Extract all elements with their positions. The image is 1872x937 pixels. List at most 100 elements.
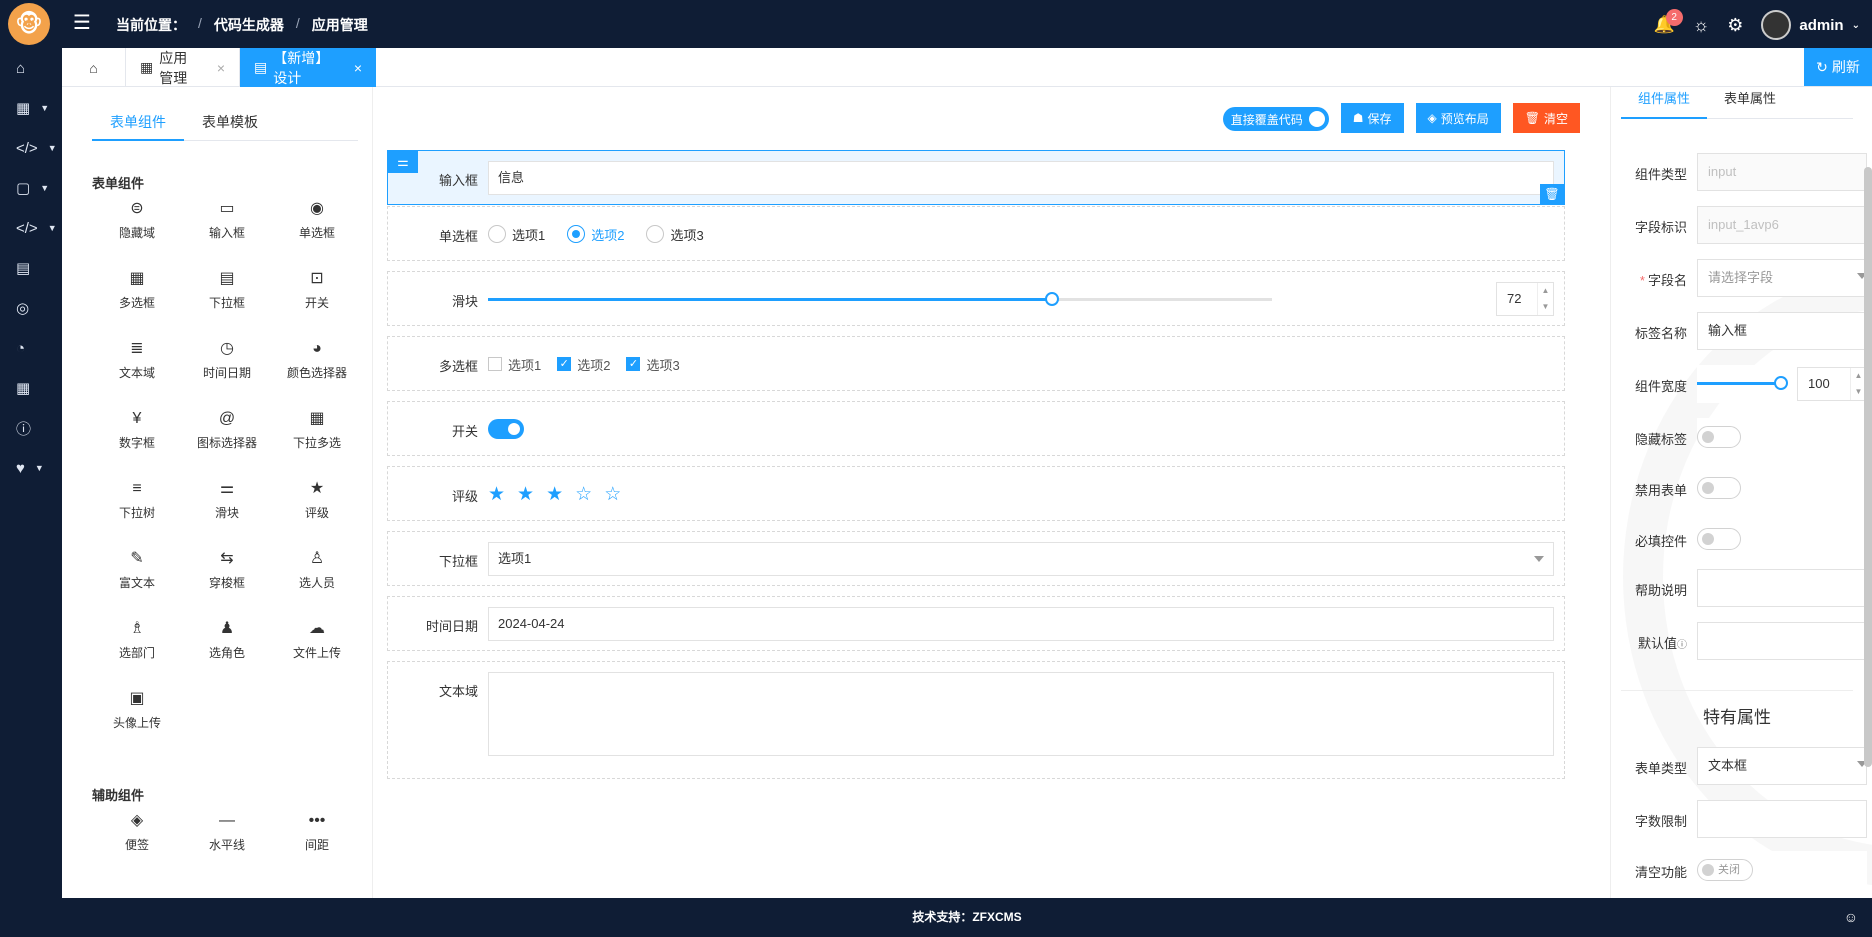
component-radio[interactable]: ◉ 单选框 [272,185,362,255]
tab-home[interactable]: ⌂ [62,48,126,87]
toggle-switch[interactable] [488,419,524,439]
tab-form-props[interactable]: 表单属性 [1707,87,1793,119]
select-dropdown[interactable]: 选项1 [488,542,1554,576]
gear-icon[interactable]: ⚙ [1727,15,1743,36]
component-brush[interactable]: ✎ 富文本 [92,535,182,605]
component-yen[interactable]: ¥ 数字框 [92,395,182,465]
breadcrumb-item-app[interactable]: 应用管理 [312,15,368,35]
component-users[interactable]: ♟ 选角色 [182,605,272,675]
component-multi-select[interactable]: ▦ 下拉多选 [272,395,362,465]
form-item-checkbox[interactable]: 多选框 选项1 ✓ 选项2 ✓ 选项3 [387,336,1565,391]
text-input[interactable]: 信息 [488,161,1554,195]
form-item-switch[interactable]: 开关 [387,401,1565,456]
overwrite-code-switch[interactable]: 直接覆盖代码 [1222,107,1329,131]
component-star[interactable]: ★ 评级 [272,465,362,535]
tab-form-components[interactable]: 表单组件 [92,109,184,141]
tab-new-design[interactable]: ▤ 【新增】设计 × [240,48,376,87]
component-hidden-field[interactable]: ⊜ 隐藏域 [92,185,182,255]
default-input[interactable] [1697,622,1867,660]
menu-toggle-icon[interactable]: ☰ [73,13,95,35]
sidebar-item-forms[interactable]: ▤ [0,248,62,288]
component-hr[interactable]: — 水平线 [182,797,272,867]
component-transfer[interactable]: ⇆ 穿梭框 [182,535,272,605]
tab-component-props[interactable]: 组件属性 [1621,87,1708,119]
radio-option[interactable]: 选项1 [488,225,545,244]
form-item-rate[interactable]: 评级 ★ ★ ★ ☆ ☆ [387,466,1565,521]
refresh-button[interactable]: ↻ 刷新 [1804,48,1872,86]
component-image[interactable]: ▣ 头像上传 [92,675,182,745]
component-tag[interactable]: ◈ 便签 [92,797,182,867]
star-filled-icon[interactable]: ★ [546,483,563,506]
component-dots[interactable]: ••• 间距 [272,797,362,867]
slider-handle[interactable] [1045,292,1060,306]
tab-form-templates[interactable]: 表单模板 [184,109,276,141]
clearable-switch[interactable]: 关闭 [1697,859,1753,881]
trash-icon[interactable]: 🗑 [1540,184,1564,204]
hide-label-switch[interactable] [1697,426,1741,448]
component-sliders[interactable]: ⚌ 滑块 [182,465,272,535]
save-button[interactable]: ☗ 保存 [1340,103,1404,133]
component-clock[interactable]: ◷ 时间日期 [182,325,272,395]
checkbox-option[interactable]: 选项1 [488,355,541,374]
sidebar-item-modules[interactable]: ▦ [0,368,62,408]
chat-icon[interactable]: ☺ [1844,898,1858,937]
star-empty-icon[interactable]: ☆ [575,483,592,506]
disabled-switch[interactable] [1697,477,1741,499]
help-input[interactable] [1697,569,1867,607]
radio-option[interactable]: 选项2 [567,225,624,244]
radio-option[interactable]: 选项3 [646,225,704,244]
theme-icon[interactable]: ☼ [1693,15,1710,36]
label-name-input[interactable]: 输入框 [1697,312,1867,350]
form-item-date[interactable]: 时间日期 2024-04-24 [387,596,1565,651]
scrollbar[interactable] [1864,167,1872,767]
component-select[interactable]: ▤ 下拉框 [182,255,272,325]
component-user[interactable]: ♙ 选人员 [272,535,362,605]
star-filled-icon[interactable]: ★ [488,483,505,506]
sidebar-item-favorites[interactable]: ♥ ▼ [0,448,62,488]
checkbox-option[interactable]: ✓ 选项2 [557,355,610,374]
form-item-textarea[interactable]: 文本域 [387,661,1565,779]
component-checkbox[interactable]: ▦ 多选框 [92,255,182,325]
textarea-field[interactable] [488,672,1554,756]
component-tree[interactable]: ≡ 下拉树 [92,465,182,535]
form-item-slider[interactable]: 滑块 72 ▲ ▼ [387,271,1565,326]
sidebar-item-info[interactable]: ⓘ [0,408,62,448]
checkbox-option[interactable]: ✓ 选项3 [626,355,680,374]
sidebar-item-code2[interactable]: </> ▼ [0,208,62,248]
preview-layout-button[interactable]: ◈ 预览布局 [1415,103,1501,133]
form-type-select[interactable]: 文本框 [1697,747,1867,785]
sidebar-item-dashboard[interactable]: ◔ [0,328,62,368]
component-input[interactable]: ▭ 输入框 [182,185,272,255]
component-cloud-upload[interactable]: ☁ 文件上传 [272,605,362,675]
component-palette[interactable]: ◕ 颜色选择器 [272,325,362,395]
slider-number-input[interactable]: 72 ▲ ▼ [1496,282,1554,316]
sidebar-item-apps[interactable]: ▦ ▼ [0,88,62,128]
sidebar-item-globe[interactable]: ◎ [0,288,62,328]
form-item-select[interactable]: 下拉框 选项1 [387,531,1565,586]
close-icon[interactable]: × [217,60,225,76]
close-icon[interactable]: × [354,60,362,76]
sidebar-item-code[interactable]: </> ▼ [0,128,62,168]
component-switch[interactable]: ⊡ 开关 [272,255,362,325]
star-filled-icon[interactable]: ★ [517,483,534,506]
component-textarea[interactable]: ≣ 文本域 [92,325,182,395]
width-number-input[interactable]: 100 ▲ ▼ [1797,367,1867,401]
maxlength-input[interactable] [1697,800,1867,838]
form-item-input[interactable]: ⚌ 输入框 信息 🗑 [387,150,1565,205]
info-icon[interactable]: ⓘ [1677,640,1687,651]
required-switch[interactable] [1697,528,1741,550]
clear-button[interactable]: 🗑 清空 [1512,103,1580,133]
slider-handle[interactable] [1774,376,1788,390]
component-at[interactable]: @ 图标选择器 [182,395,272,465]
stepper-icon[interactable]: ▲ ▼ [1537,283,1553,315]
date-input[interactable]: 2024-04-24 [488,607,1554,641]
sidebar-item-home[interactable]: ⌂ [0,48,62,88]
breadcrumb-item-codegen[interactable]: 代码生成器 [214,15,284,35]
star-empty-icon[interactable]: ☆ [604,483,621,506]
slider-track[interactable] [488,292,1272,306]
component-department[interactable]: ♗ 选部门 [92,605,182,675]
user-menu[interactable]: admin ⌄ [1761,10,1860,40]
sidebar-item-docs[interactable]: ▢ ▼ [0,168,62,208]
tab-app-manage[interactable]: ▦ 应用管理 × [126,48,240,87]
width-slider[interactable] [1697,376,1788,390]
